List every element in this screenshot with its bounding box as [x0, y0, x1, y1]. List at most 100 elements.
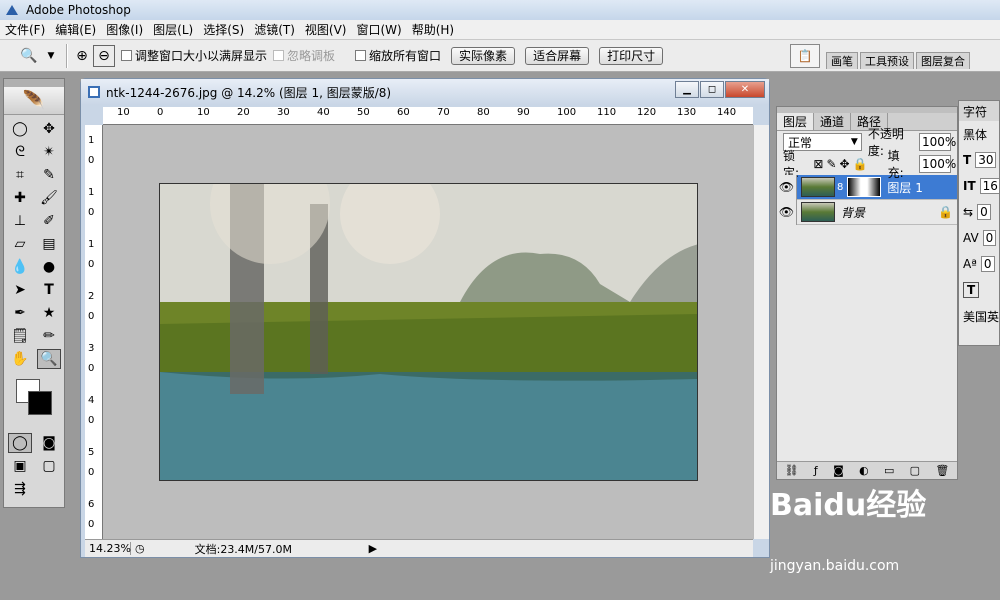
tab-layers[interactable]: 图层 [777, 113, 815, 130]
ruler-label: 3 [88, 343, 95, 354]
fill-field[interactable]: 100% [918, 155, 956, 173]
zoom-tool-preset-icon[interactable]: 🔍 [18, 45, 40, 67]
link-layers-icon[interactable]: ⛓ [785, 464, 799, 477]
new-layer-icon[interactable]: ▢ [910, 464, 920, 477]
character-tab[interactable]: 字符 [959, 101, 999, 121]
zoom-all-windows-checkbox[interactable]: 缩放所有窗口 [355, 47, 441, 64]
status-menu-icon[interactable]: ◷ [135, 542, 145, 555]
tab-brushes[interactable]: 画笔 [826, 52, 858, 69]
color-swatches[interactable] [8, 377, 60, 425]
layer-name[interactable]: 图层 1 [887, 179, 922, 196]
pen-tool-icon[interactable]: ✒ [8, 303, 32, 323]
vertical-scrollbar[interactable] [753, 125, 769, 539]
eyedropper-tool-icon[interactable]: ✏ [37, 326, 61, 346]
menu-filter[interactable]: 滤镜(T) [249, 21, 300, 38]
feather-logo-icon[interactable]: 🪶 [4, 87, 64, 115]
minimize-icon[interactable]: ▁ [675, 81, 699, 98]
language-field[interactable]: 美国英 [959, 303, 999, 329]
healing-brush-tool-icon[interactable]: ✚ [8, 188, 32, 208]
layer-row[interactable]: 👁 背景 🔒 [777, 199, 957, 225]
layer-row[interactable]: 👁 8 图层 1 [777, 174, 957, 200]
quick-mask-mode-icon[interactable]: ◙ [37, 433, 61, 453]
font-family-field[interactable]: 黑体 [959, 121, 999, 147]
document-canvas[interactable] [103, 125, 753, 539]
lock-transparency-icon[interactable]: ⊠ [813, 157, 823, 171]
crop-tool-icon[interactable]: ⌗ [8, 165, 32, 185]
trash-icon[interactable]: 🗑 [935, 464, 949, 477]
opacity-field[interactable]: 100% [919, 133, 956, 151]
move-tool-icon[interactable]: ✥ [37, 119, 61, 139]
standard-mode-icon[interactable]: ◯ [8, 433, 32, 453]
layer-name[interactable]: 背景 [841, 204, 865, 221]
print-size-button[interactable]: 打印尺寸 [599, 46, 664, 65]
menu-layer[interactable]: 图层(L) [148, 21, 198, 38]
slice-tool-icon[interactable]: ✎ [37, 165, 61, 185]
leading-field[interactable]: 16 [979, 178, 999, 194]
image-composite[interactable] [159, 183, 698, 481]
toolbox-grip[interactable] [4, 79, 64, 87]
faux-bold-icon[interactable]: T [963, 282, 980, 298]
path-selection-tool-icon[interactable]: ➤ [8, 280, 32, 300]
link-icon[interactable]: 8 [837, 182, 843, 193]
tab-channels[interactable]: 通道 [814, 113, 852, 130]
screen-mode-full-icon[interactable]: ▢ [37, 456, 61, 476]
ruler-label: 1 [88, 239, 95, 250]
lock-all-icon[interactable]: 🔒 [853, 157, 868, 171]
resize-windows-checkbox[interactable]: 调整窗口大小以满屏显示 [121, 47, 267, 64]
tab-tool-presets[interactable]: 工具预设 [860, 52, 914, 69]
tab-layer-comps[interactable]: 图层复合 [916, 52, 970, 69]
brush-tool-icon[interactable]: 🖌 [37, 188, 61, 208]
eye-icon[interactable]: 👁 [777, 199, 797, 225]
shape-tool-icon[interactable]: ★ [37, 303, 61, 323]
background-color[interactable] [28, 391, 52, 415]
dropdown-arrow-icon[interactable]: ▼ [40, 45, 62, 67]
layer-style-icon[interactable]: ƒ [814, 464, 818, 477]
menu-select[interactable]: 选择(S) [198, 21, 249, 38]
close-icon[interactable]: ✕ [725, 81, 765, 98]
clone-stamp-tool-icon[interactable]: ⊥ [8, 211, 32, 231]
document-titlebar[interactable]: ntk-1244-2676.jpg @ 14.2% (图层 1, 图层蒙版/8) [81, 79, 769, 105]
lock-position-icon[interactable]: ✥ [840, 157, 850, 171]
landscape-image [160, 184, 697, 480]
zoom-tool-icon[interactable]: 🔍 [37, 349, 61, 369]
layer-mask-thumbnail[interactable] [847, 177, 882, 197]
blur-tool-icon[interactable]: 💧 [8, 257, 32, 277]
screen-mode-standard-icon[interactable]: ▣ [8, 456, 32, 476]
restore-icon[interactable]: ◻ [700, 81, 724, 98]
status-arrow-icon[interactable]: ▶ [369, 542, 377, 555]
add-mask-icon[interactable]: ◙ [833, 464, 844, 477]
menu-image[interactable]: 图像(I) [101, 21, 148, 38]
kerning-field[interactable]: 0 [977, 204, 991, 220]
palette-well-icon[interactable]: 📋 [790, 44, 820, 68]
jump-to-imageready-icon[interactable]: ⇶ [8, 479, 32, 499]
window-controls: ▁ ◻ ✕ [674, 81, 765, 98]
dodge-tool-icon[interactable]: ● [37, 257, 61, 277]
magic-wand-tool-icon[interactable]: ✴ [37, 142, 61, 162]
tracking-field[interactable]: 0 [982, 230, 997, 246]
menu-file[interactable]: 文件(F) [0, 21, 50, 38]
eraser-tool-icon[interactable]: ▱ [8, 234, 32, 254]
eye-icon[interactable]: 👁 [777, 174, 797, 200]
ruler-label: 0 [157, 107, 164, 118]
zoom-out-icon[interactable]: ⊖ [93, 44, 115, 67]
gradient-tool-icon[interactable]: ▤ [37, 234, 61, 254]
fit-screen-button[interactable]: 适合屏幕 [525, 46, 590, 65]
baseline-field[interactable]: 0 [980, 256, 995, 272]
zoom-level[interactable]: 14.23% [85, 542, 131, 555]
lock-image-icon[interactable]: ✎ [826, 157, 836, 171]
actual-pixels-button[interactable]: 实际像素 [451, 46, 516, 65]
type-tool-icon[interactable]: T [37, 280, 61, 300]
menu-edit[interactable]: 编辑(E) [50, 21, 101, 38]
marquee-tool-icon[interactable]: ◯ [8, 119, 32, 139]
menu-view[interactable]: 视图(V) [300, 21, 352, 38]
menu-help[interactable]: 帮助(H) [407, 21, 459, 38]
font-size-field[interactable]: 30 [975, 152, 997, 168]
hand-tool-icon[interactable]: ✋ [8, 349, 32, 369]
notes-tool-icon[interactable]: 🗒 [8, 326, 32, 346]
menu-window[interactable]: 窗口(W) [351, 21, 406, 38]
history-brush-tool-icon[interactable]: ✐ [37, 211, 61, 231]
adjustment-layer-icon[interactable]: ◐ [859, 464, 869, 477]
new-group-icon[interactable]: ▭ [884, 464, 894, 477]
zoom-in-icon[interactable]: ⊕ [71, 45, 93, 67]
lasso-tool-icon[interactable]: ᘓ [8, 142, 32, 162]
